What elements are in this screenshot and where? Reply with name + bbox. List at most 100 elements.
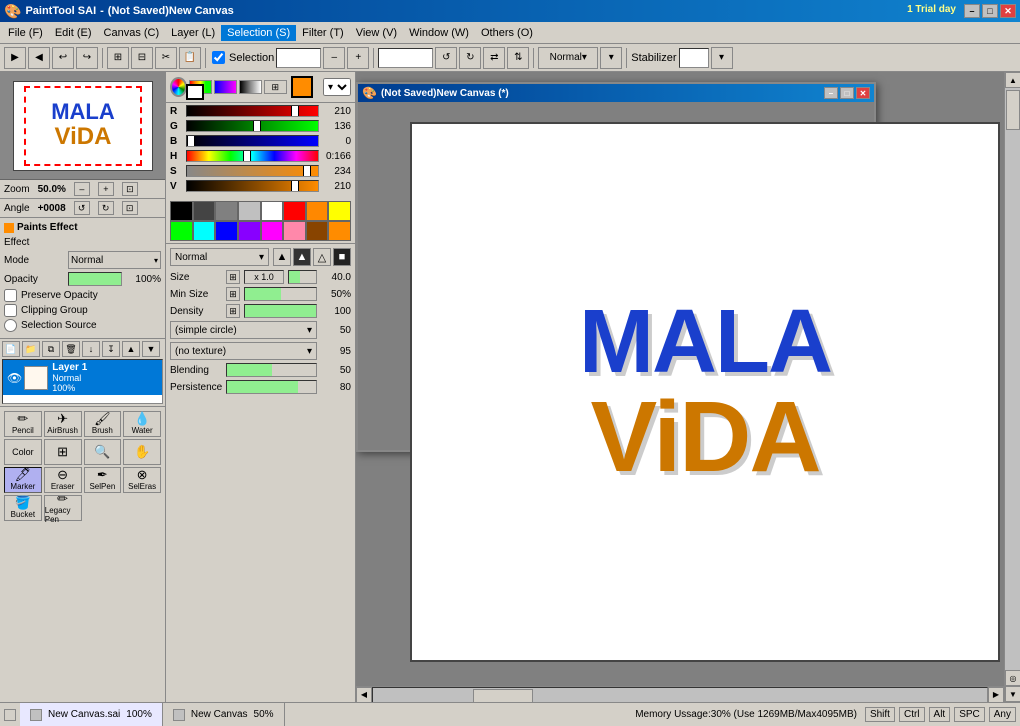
swatch-magenta[interactable]: [261, 221, 284, 241]
mode-btn[interactable]: ▾: [600, 47, 622, 69]
slider-h-track[interactable]: [186, 150, 319, 162]
menu-canvas[interactable]: Canvas (C): [98, 25, 166, 41]
preserve-opacity-checkbox[interactable]: [4, 289, 17, 302]
slider-b-track[interactable]: [186, 135, 319, 147]
eye-icon[interactable]: 👁: [7, 371, 22, 385]
nested-minimize[interactable]: –: [824, 87, 838, 99]
canvas-area[interactable]: 🎨 (Not Saved)New Canvas (*) – □ ✕ MALA V…: [356, 72, 1020, 702]
delete-layer-btn[interactable]: 🗑: [62, 341, 80, 357]
brush-mode-dropdown[interactable]: Normal ▾: [170, 248, 269, 266]
status-tab-2[interactable]: New Canvas 50%: [163, 703, 285, 726]
angle-reset[interactable]: ⊡: [122, 201, 138, 215]
selection-checkbox[interactable]: [212, 51, 225, 64]
scroll-dot[interactable]: ◎: [1005, 670, 1020, 686]
maximize-button[interactable]: □: [982, 4, 998, 18]
tool-col1[interactable]: Color: [4, 439, 42, 465]
menu-window[interactable]: Window (W): [403, 25, 475, 41]
brush-shape-dark[interactable]: ■: [333, 248, 351, 266]
paint-canvas[interactable]: MALA ViDA: [410, 122, 1000, 662]
color-swatch-btn-4[interactable]: ⊞: [264, 80, 287, 94]
tool-eraser[interactable]: ⊖ Eraser: [44, 467, 82, 493]
tool-marker[interactable]: 🖊 Marker: [4, 467, 42, 493]
copy-layer-btn[interactable]: ⧉: [42, 341, 60, 357]
blending-slider[interactable]: [226, 363, 317, 377]
size-mult[interactable]: x 1.0: [244, 270, 284, 284]
shape-dropdown[interactable]: (simple circle)▾: [170, 321, 317, 339]
size-slider[interactable]: [288, 270, 317, 284]
scroll-left-btn[interactable]: ◀: [356, 687, 372, 703]
slider-s-thumb[interactable]: [303, 165, 311, 177]
flip-v[interactable]: ⇅: [507, 47, 529, 69]
toolbar-btn-1[interactable]: ▶: [4, 47, 26, 69]
swatch-gray[interactable]: [215, 201, 238, 221]
tool-selection[interactable]: ⊞: [44, 439, 82, 465]
menu-file[interactable]: File (F): [2, 25, 49, 41]
scroll-right-btn[interactable]: ▶: [988, 687, 1004, 703]
angle-ccw[interactable]: ↺: [74, 201, 90, 215]
menu-edit[interactable]: Edit (E): [49, 25, 98, 41]
tool-brush[interactable]: 🖌 Brush: [84, 411, 122, 437]
density-slider[interactable]: [244, 304, 317, 318]
swatch-dk-gray[interactable]: [193, 201, 216, 221]
tool-pencil[interactable]: ✏ Pencil: [4, 411, 42, 437]
swatch-lt-gray[interactable]: [238, 201, 261, 221]
color-swatch-btn-3[interactable]: [239, 80, 262, 94]
tool-zoom[interactable]: 🔍: [84, 439, 122, 465]
opacity-minus[interactable]: –: [323, 47, 345, 69]
new-folder-btn[interactable]: 📁: [22, 341, 40, 357]
shortcut-shift[interactable]: Shift: [865, 707, 895, 722]
scroll-thumb-v[interactable]: [1006, 90, 1020, 130]
zoom-in[interactable]: +: [98, 182, 114, 196]
tool-hand[interactable]: ✋: [123, 439, 161, 465]
toolbar-btn-2[interactable]: ◀: [28, 47, 50, 69]
density-link[interactable]: ⊞: [226, 304, 240, 318]
merge-down-btn[interactable]: ↓: [82, 341, 100, 357]
layer-item-1[interactable]: 👁 Layer 1 Normal 100%: [3, 360, 162, 395]
clipping-group-checkbox[interactable]: [4, 304, 17, 317]
new-layer-btn[interactable]: 📄: [2, 341, 20, 357]
slider-r-track[interactable]: [186, 105, 319, 117]
close-button[interactable]: ✕: [1000, 4, 1016, 18]
swatch-blue[interactable]: [215, 221, 238, 241]
brush-shape-triangle[interactable]: ▲: [273, 248, 291, 266]
persistence-slider[interactable]: [226, 380, 317, 394]
swatch-amber[interactable]: [328, 221, 351, 241]
swatch-black[interactable]: [170, 201, 193, 221]
tool-selpen[interactable]: ✒ SelPen: [84, 467, 122, 493]
brush-shape-outline[interactable]: △: [313, 248, 331, 266]
menu-view[interactable]: View (V): [350, 25, 403, 41]
minsize-link[interactable]: ⊞: [226, 287, 240, 301]
slider-v-track[interactable]: [186, 180, 319, 192]
minsize-slider[interactable]: [244, 287, 317, 301]
hue-wheel-btn[interactable]: [170, 77, 187, 97]
swatch-orange[interactable]: [306, 201, 329, 221]
rotation-input[interactable]: +000°: [378, 48, 433, 68]
zoom-fit[interactable]: ⊡: [122, 182, 138, 196]
swatch-brown[interactable]: [306, 221, 329, 241]
swatch-cyan[interactable]: [193, 221, 216, 241]
angle-cw[interactable]: ↻: [98, 201, 114, 215]
mode-dropdown[interactable]: Normal▾: [538, 47, 598, 69]
mode-dropdown-panel[interactable]: Normal ▾: [68, 251, 161, 269]
scroll-thumb-h[interactable]: [473, 689, 533, 703]
shortcut-ctrl[interactable]: Ctrl: [899, 707, 925, 722]
slider-v-thumb[interactable]: [291, 180, 299, 192]
shortcut-any[interactable]: Any: [989, 707, 1016, 722]
scroll-track-h[interactable]: [372, 687, 988, 703]
brush-shape-solid[interactable]: ▲: [293, 248, 311, 266]
swatch-red[interactable]: [283, 201, 306, 221]
nested-close[interactable]: ✕: [856, 87, 870, 99]
merge-all-btn[interactable]: ↧: [102, 341, 120, 357]
nested-maximize[interactable]: □: [840, 87, 854, 99]
flip-h[interactable]: ⇄: [483, 47, 505, 69]
color-swatch-btn-2[interactable]: [214, 80, 237, 94]
tool-bucket[interactable]: 🪣 Bucket: [4, 495, 42, 521]
tool-seleras[interactable]: ⊗ SelEras: [123, 467, 161, 493]
slider-g-thumb[interactable]: [253, 120, 261, 132]
minimize-button[interactable]: –: [964, 4, 980, 18]
swatch-yellow[interactable]: [328, 201, 351, 221]
toolbar-btn-4[interactable]: ↪: [76, 47, 98, 69]
layer-down-btn[interactable]: ▼: [142, 341, 160, 357]
toolbar-btn-7[interactable]: ✂: [155, 47, 177, 69]
rotate-left[interactable]: ↺: [435, 47, 457, 69]
